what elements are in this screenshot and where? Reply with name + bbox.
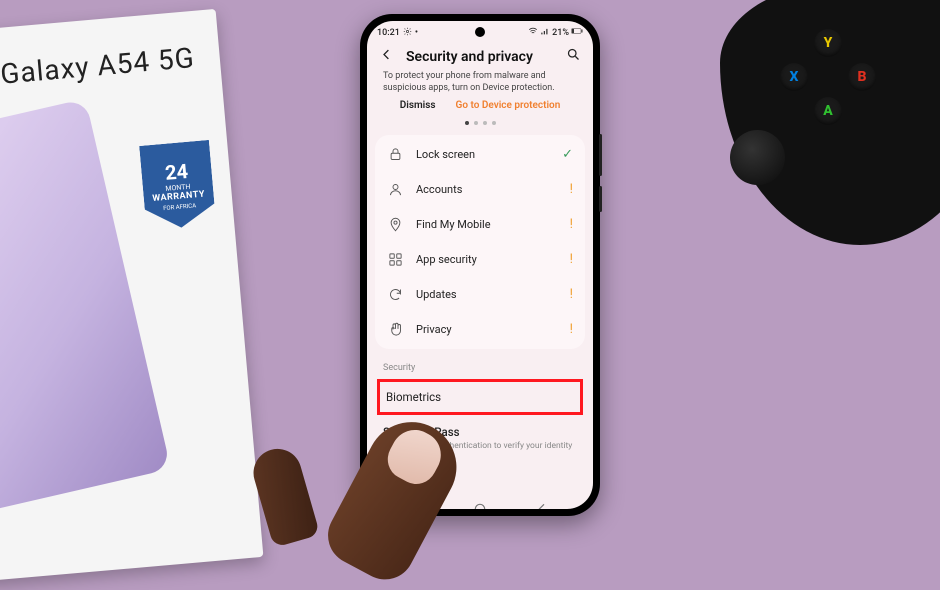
page-title: Security and privacy [406, 49, 554, 65]
signal-icon [540, 26, 550, 39]
dot-icon [474, 121, 478, 125]
alert-icon: ! [570, 322, 573, 337]
controller-thumbstick [730, 130, 785, 185]
dismiss-button[interactable]: Dismiss [400, 100, 436, 111]
warranty-badge: 24 MONTH WARRANTY FOR AFRICA [139, 140, 216, 231]
item-label: Find My Mobile [416, 218, 558, 231]
search-button[interactable] [566, 47, 581, 66]
app-security-item[interactable]: App security ! [375, 242, 585, 277]
front-camera-icon [475, 27, 485, 37]
battery-percent: 21% [552, 28, 569, 38]
controller-face-buttons: Y B X A [780, 29, 875, 124]
protection-notice: To protect your phone from malware and s… [367, 70, 593, 100]
dot-icon [492, 121, 496, 125]
warranty-number: 24 [164, 159, 189, 185]
notification-dot-icon: • [415, 28, 418, 38]
item-label: Lock screen [416, 148, 550, 161]
dot-icon [465, 121, 469, 125]
thumbnail [381, 422, 450, 491]
biometrics-item[interactable]: Biometrics [386, 390, 574, 404]
controller-x-button: X [780, 63, 808, 91]
status-bar-right: 21% [528, 26, 583, 39]
phone-volume-button [599, 134, 602, 176]
alert-icon: ! [570, 252, 573, 267]
check-icon: ✓ [562, 147, 573, 162]
alert-icon: ! [570, 182, 573, 197]
biometrics-title: Biometrics [386, 390, 574, 404]
item-label: App security [416, 253, 558, 266]
back-button-nav[interactable] [534, 501, 550, 509]
item-label: Updates [416, 288, 558, 301]
box-product-title: Galaxy A54 5G [0, 40, 201, 90]
item-label: Accounts [416, 183, 558, 196]
security-dashboard-list: Lock screen ✓ Accounts ! Find My Mobile … [375, 135, 585, 349]
controller-b-button: B [848, 63, 876, 91]
updates-item[interactable]: Updates ! [375, 277, 585, 312]
warranty-label: WARRANTY [152, 189, 205, 204]
security-section-header: Security [367, 349, 593, 379]
location-icon [387, 216, 404, 233]
user-icon [387, 181, 404, 198]
lock-screen-item[interactable]: Lock screen ✓ [375, 137, 585, 172]
goto-device-protection-link[interactable]: Go to Device protection [456, 100, 561, 111]
privacy-item[interactable]: Privacy ! [375, 312, 585, 347]
controller-body: Y B X A [720, 0, 940, 245]
settings-gear-icon [403, 27, 412, 39]
biometrics-highlight: Biometrics [377, 379, 583, 415]
status-bar-left: 10:21 • [377, 27, 418, 39]
game-controller: Y B X A [720, 0, 940, 245]
lock-icon [387, 146, 404, 163]
refresh-icon [387, 286, 404, 303]
app-grid-icon [387, 251, 404, 268]
page-header: Security and privacy [367, 41, 593, 70]
page-indicator [367, 119, 593, 135]
product-box: Galaxy A54 5G 24 MONTH WARRANTY FOR AFRI… [0, 9, 263, 581]
alert-icon: ! [570, 217, 573, 232]
home-button[interactable] [472, 501, 488, 509]
controller-a-button: A [814, 97, 842, 125]
find-my-mobile-item[interactable]: Find My Mobile ! [375, 207, 585, 242]
back-button[interactable] [379, 47, 394, 66]
controller-y-button: Y [814, 29, 842, 57]
alert-icon: ! [570, 287, 573, 302]
accounts-item[interactable]: Accounts ! [375, 172, 585, 207]
warranty-region: FOR AFRICA [163, 202, 197, 212]
phone-power-button [599, 186, 602, 212]
status-time: 10:21 [377, 28, 400, 38]
dot-icon [483, 121, 487, 125]
battery-icon [571, 27, 583, 38]
wifi-icon [528, 26, 538, 39]
hand-icon [387, 321, 404, 338]
item-label: Privacy [416, 323, 558, 336]
notice-actions: Dismiss Go to Device protection [367, 100, 593, 119]
